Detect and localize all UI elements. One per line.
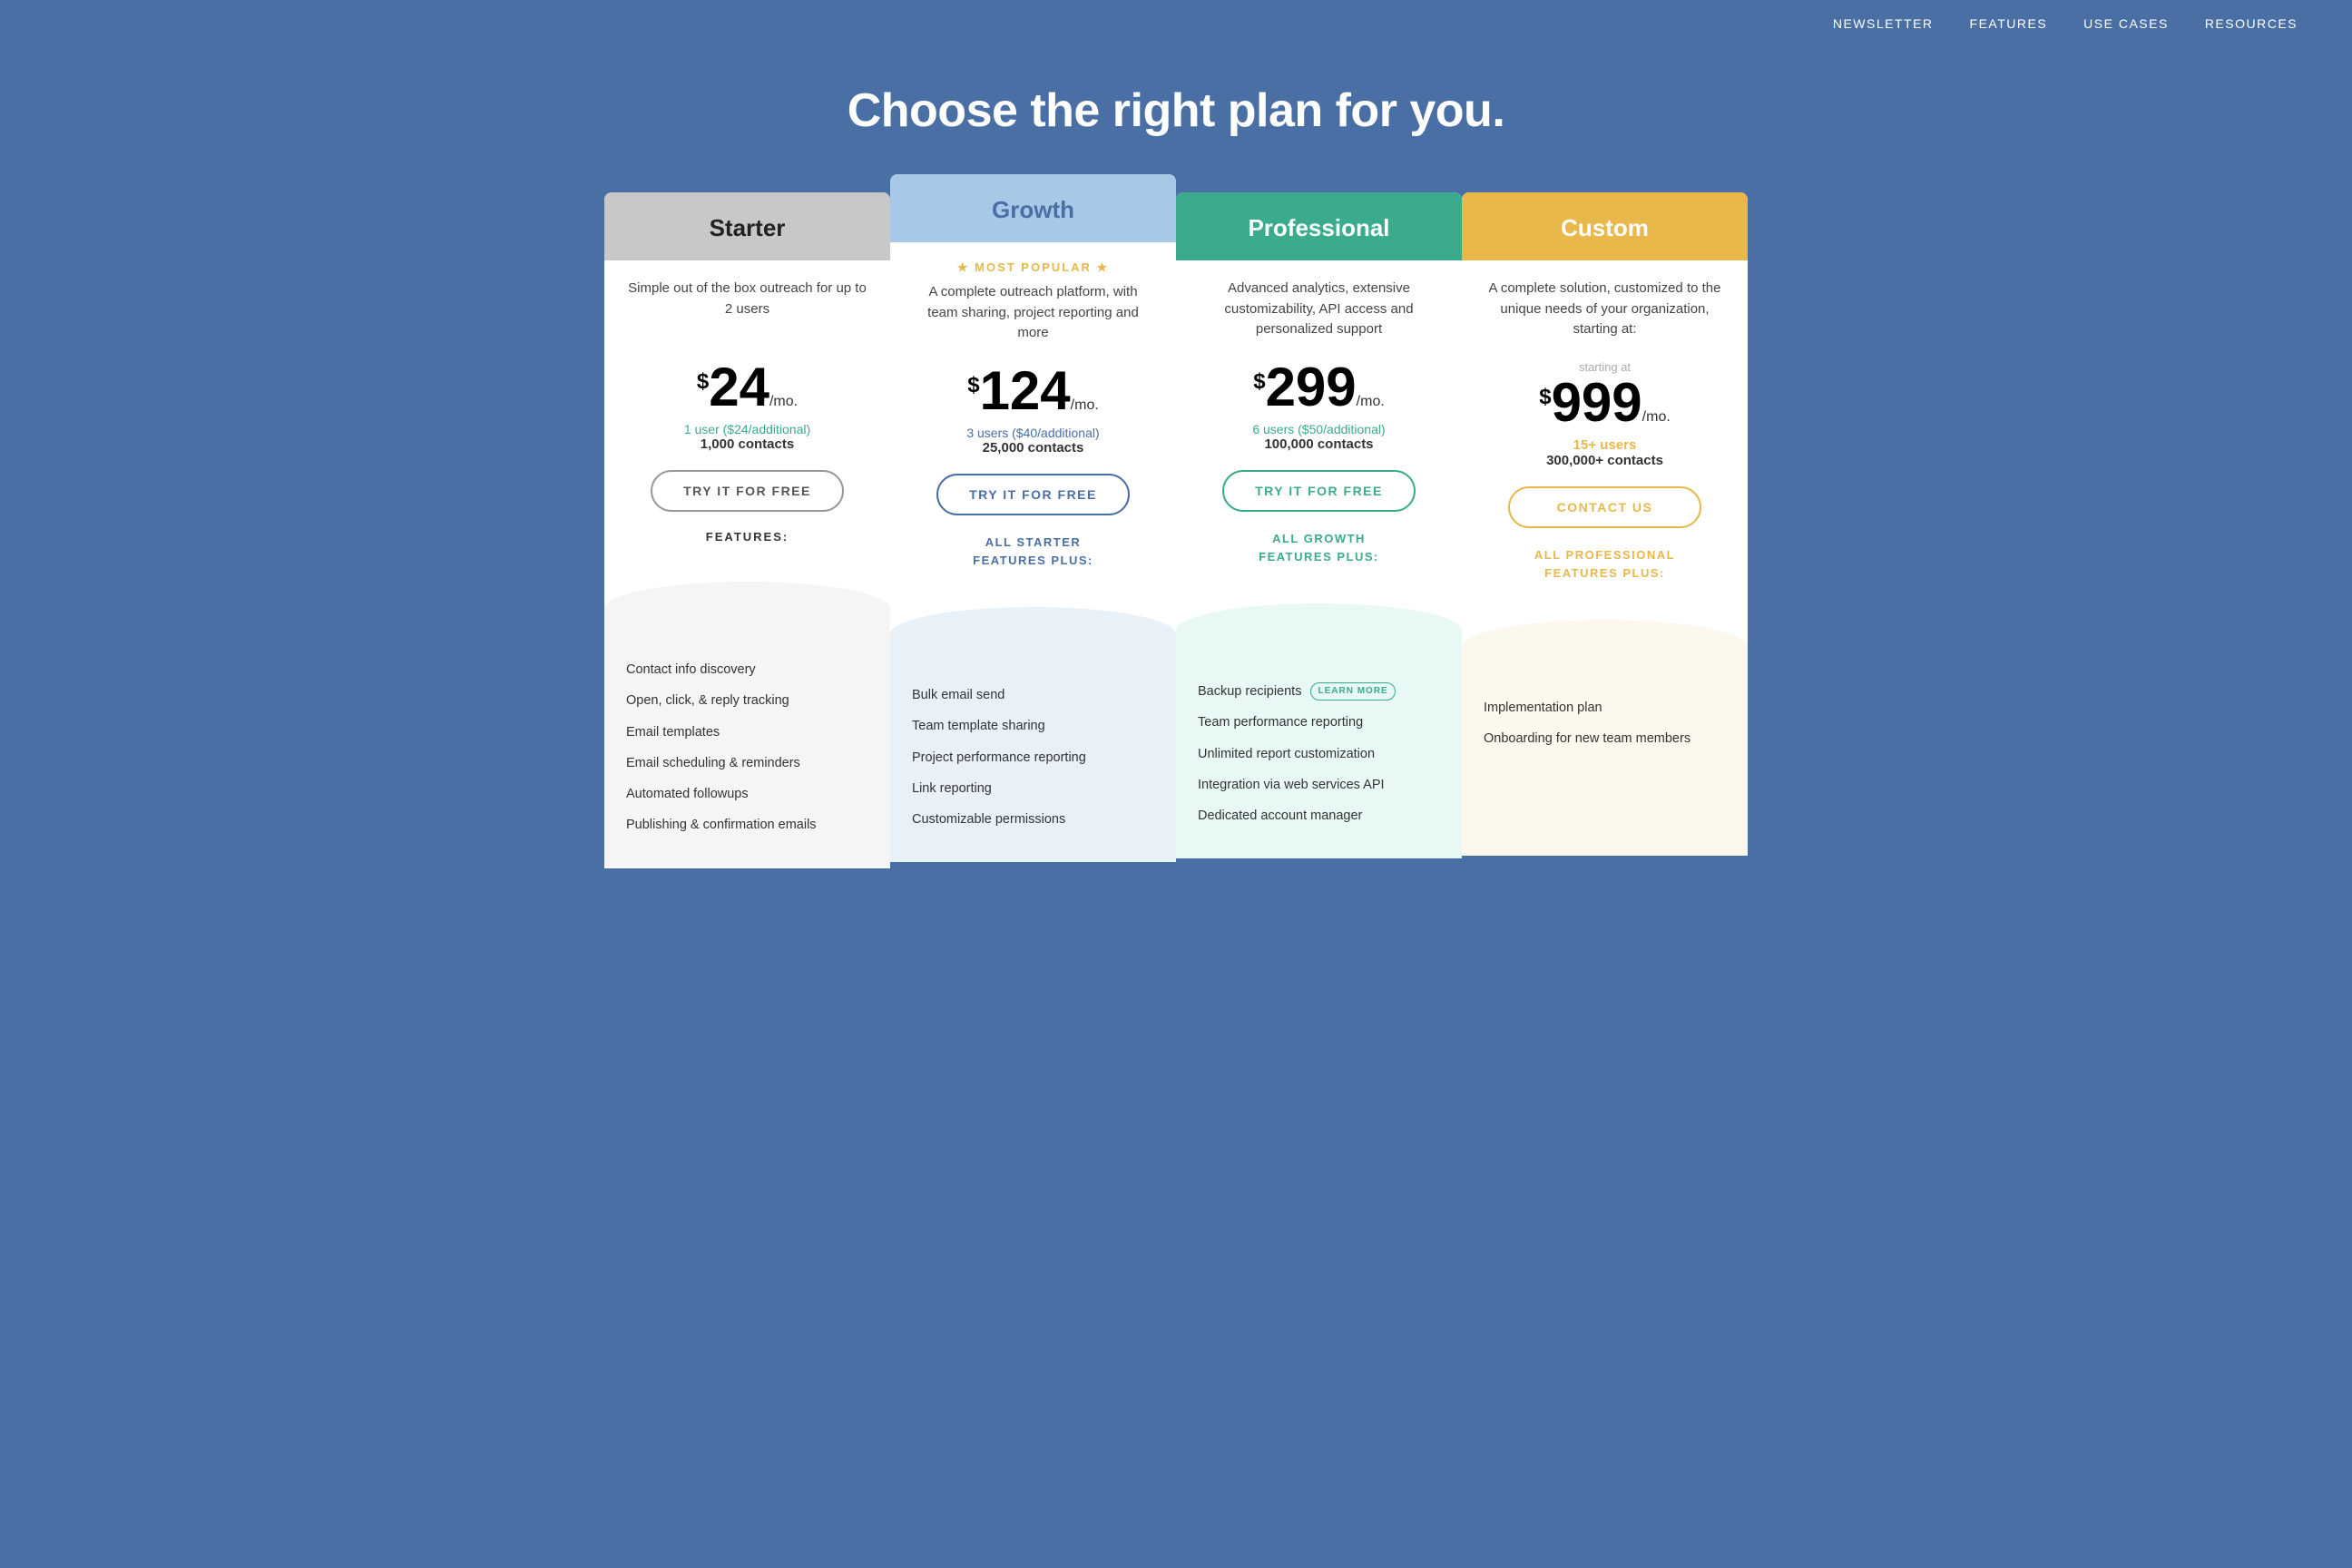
growth-currency: $ [967, 373, 979, 398]
growth-cta-button[interactable]: TRY IT FOR FREE [936, 474, 1131, 515]
starter-cta-button[interactable]: TRY IT FOR FREE [651, 470, 845, 512]
starter-features-label: FEATURES: [626, 530, 868, 544]
list-item: Publishing & confirmation emails [626, 809, 868, 840]
growth-contacts: 25,000 contacts [912, 440, 1154, 456]
list-item: Team performance reporting [1198, 707, 1440, 738]
starter-amount: 24 [709, 357, 769, 417]
custom-plan-name: Custom [1480, 214, 1730, 242]
starter-plan-name: Starter [622, 214, 872, 242]
professional-wave [1176, 603, 1462, 658]
professional-price: $299/mo. [1198, 360, 1440, 415]
professional-amount: 299 [1266, 357, 1357, 417]
nav-use-cases[interactable]: USE CASES [2083, 16, 2169, 31]
starter-contacts: 1,000 contacts [626, 436, 868, 452]
professional-users-contacts: 6 users ($50/additional) 100,000 contact… [1198, 422, 1440, 452]
growth-amount: 124 [980, 360, 1071, 421]
growth-users: 3 users ($40/additional) [912, 426, 1154, 440]
starter-period: /mo. [769, 394, 798, 409]
list-item: Link reporting [912, 773, 1154, 804]
navigation: NEWSLETTER FEATURES USE CASES RESOURCES [0, 0, 2352, 47]
custom-features-plus-label: ALL PROFESSIONALFEATURES PLUS: [1484, 546, 1726, 582]
list-item: Dedicated account manager [1198, 800, 1440, 831]
custom-amount: 999 [1552, 372, 1642, 433]
starter-header: Starter [604, 192, 890, 260]
list-item: Bulk email send [912, 680, 1154, 710]
plan-professional: Professional Advanced analytics, extensi… [1176, 192, 1462, 858]
professional-features-list: Backup recipients LEARN MORE Team perfor… [1176, 658, 1462, 858]
custom-users-contacts: 15+ users 300,000+ contacts [1484, 437, 1726, 468]
custom-period: /mo. [1642, 409, 1671, 425]
professional-users: 6 users ($50/additional) [1198, 422, 1440, 436]
professional-contacts: 100,000 contacts [1198, 436, 1440, 452]
hero-title: Choose the right plan for you. [18, 83, 2334, 138]
professional-description: Advanced analytics, extensive customizab… [1198, 279, 1440, 342]
starter-users: 1 user ($24/additional) [626, 422, 868, 436]
starter-users-contacts: 1 user ($24/additional) 1,000 contacts [626, 422, 868, 452]
professional-plan-name: Professional [1194, 214, 1444, 242]
list-item: Automated followups [626, 779, 868, 809]
professional-body: Advanced analytics, extensive customizab… [1176, 260, 1462, 594]
growth-description: A complete outreach platform, with team … [912, 282, 1154, 346]
starter-body: Simple out of the box outreach for up to… [604, 260, 890, 573]
growth-body: ★ MOST POPULAR ★ A complete outreach pla… [890, 242, 1176, 598]
professional-period: /mo. [1357, 394, 1385, 409]
starter-description: Simple out of the box outreach for up to… [626, 279, 868, 342]
list-item: Onboarding for new team members [1484, 723, 1726, 754]
custom-price: starting at $999/mo. [1484, 360, 1726, 430]
custom-users: 15+ users [1484, 437, 1726, 453]
custom-description: A complete solution, customized to the u… [1484, 279, 1726, 342]
custom-wave [1462, 620, 1748, 674]
hero-section: Choose the right plan for you. [0, 47, 2352, 192]
pricing-grid: Starter Simple out of the box outreach f… [586, 192, 1766, 868]
list-item: Team template sharing [912, 710, 1154, 741]
professional-cta-button[interactable]: TRY IT FOR FREE [1222, 470, 1416, 512]
growth-plan-name: Growth [908, 196, 1158, 224]
nav-newsletter[interactable]: NEWSLETTER [1833, 16, 1934, 31]
nav-resources[interactable]: RESOURCES [2205, 16, 2298, 31]
list-item: Project performance reporting [912, 742, 1154, 773]
growth-features-plus-label: ALL STARTERFEATURES PLUS: [912, 534, 1154, 569]
custom-contacts: 300,000+ contacts [1484, 453, 1726, 468]
starter-currency: $ [697, 369, 709, 395]
custom-features-list: Implementation plan Onboarding for new t… [1462, 674, 1748, 856]
growth-price: $124/mo. [912, 364, 1154, 418]
list-item: Open, click, & reply tracking [626, 685, 868, 716]
custom-currency: $ [1539, 385, 1551, 410]
growth-users-contacts: 3 users ($40/additional) 25,000 contacts [912, 426, 1154, 456]
growth-features-list: Bulk email send Team template sharing Pr… [890, 662, 1176, 862]
nav-features[interactable]: FEATURES [1970, 16, 2048, 31]
plan-custom: Custom A complete solution, customized t… [1462, 192, 1748, 856]
list-item: Email scheduling & reminders [626, 748, 868, 779]
custom-cta-button[interactable]: CONTACT US [1508, 486, 1702, 528]
list-item: Unlimited report customization [1198, 739, 1440, 769]
list-item: Contact info discovery [626, 654, 868, 685]
growth-header: Growth [890, 174, 1176, 242]
starter-price: $24/mo. [626, 360, 868, 415]
list-item: Integration via web services API [1198, 769, 1440, 800]
plan-growth: Growth ★ MOST POPULAR ★ A complete outre… [890, 174, 1176, 862]
plan-starter: Starter Simple out of the box outreach f… [604, 192, 890, 868]
list-item: Implementation plan [1484, 692, 1726, 723]
professional-header: Professional [1176, 192, 1462, 260]
growth-period: /mo. [1071, 397, 1099, 413]
starter-wave [604, 582, 890, 636]
professional-features-plus-label: ALL GROWTHFEATURES PLUS: [1198, 530, 1440, 565]
list-item: Customizable permissions [912, 804, 1154, 835]
learn-more-badge[interactable]: LEARN MORE [1310, 682, 1395, 701]
most-popular-badge: ★ MOST POPULAR ★ [912, 260, 1154, 275]
growth-wave [890, 607, 1176, 662]
custom-body: A complete solution, customized to the u… [1462, 260, 1748, 611]
starter-features-list: Contact info discovery Open, click, & re… [604, 636, 890, 868]
list-item: Backup recipients LEARN MORE [1198, 676, 1440, 707]
professional-currency: $ [1253, 369, 1265, 395]
custom-header: Custom [1462, 192, 1748, 260]
list-item: Email templates [626, 717, 868, 748]
